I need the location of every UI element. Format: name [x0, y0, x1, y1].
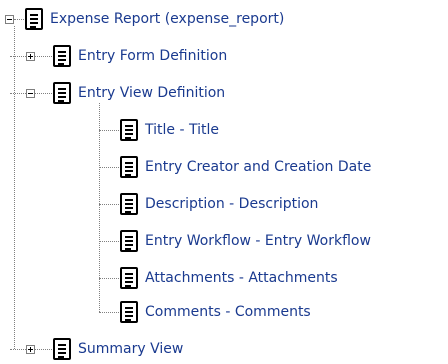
- tree-node-label[interactable]: Entry View Definition: [78, 78, 225, 108]
- expand-toggle-icon[interactable]: [26, 344, 35, 354]
- document-icon: [25, 8, 43, 30]
- document-icon: [120, 156, 138, 178]
- document-icon: [120, 267, 138, 289]
- tree-node-label[interactable]: Entry Workflow - Entry Workflow: [145, 226, 371, 256]
- collapse-toggle-icon[interactable]: [26, 88, 35, 98]
- tree-node-attachments[interactable]: Attachments - Attachments: [99, 263, 338, 293]
- tree-node-summary-view[interactable]: Summary View: [10, 334, 183, 364]
- tree-node-label[interactable]: Entry Creator and Creation Date: [145, 152, 371, 182]
- tree-view: Expense Report (expense_report) Entry Fo…: [0, 0, 448, 364]
- document-icon: [53, 82, 71, 104]
- tree-node-entry-view-definition[interactable]: Entry View Definition: [10, 78, 225, 108]
- tree-node-comments[interactable]: Comments - Comments: [99, 297, 311, 327]
- collapse-toggle-icon[interactable]: [5, 14, 14, 24]
- document-icon: [120, 230, 138, 252]
- tree-node-label[interactable]: Entry Form Definition: [78, 41, 227, 71]
- document-icon: [120, 193, 138, 215]
- tree-guide-line-root: [14, 26, 15, 349]
- tree-node-label[interactable]: Summary View: [78, 334, 183, 364]
- tree-node-label[interactable]: Title - Title: [145, 115, 219, 145]
- tree-node-entry-workflow[interactable]: Entry Workflow - Entry Workflow: [99, 226, 371, 256]
- tree-node-root[interactable]: Expense Report (expense_report): [5, 4, 284, 34]
- tree-node-label[interactable]: Expense Report (expense_report): [50, 4, 284, 34]
- tree-node-title[interactable]: Title - Title: [99, 115, 219, 145]
- tree-node-label[interactable]: Comments - Comments: [145, 297, 311, 327]
- expand-toggle-icon[interactable]: [26, 51, 35, 61]
- document-icon: [53, 45, 71, 67]
- tree-node-entry-creator[interactable]: Entry Creator and Creation Date: [99, 152, 371, 182]
- document-icon: [53, 338, 71, 360]
- tree-node-description[interactable]: Description - Description: [99, 189, 318, 219]
- tree-node-entry-form-definition[interactable]: Entry Form Definition: [10, 41, 227, 71]
- document-icon: [120, 119, 138, 141]
- tree-node-label[interactable]: Description - Description: [145, 189, 318, 219]
- document-icon: [120, 301, 138, 323]
- tree-node-label[interactable]: Attachments - Attachments: [145, 263, 338, 293]
